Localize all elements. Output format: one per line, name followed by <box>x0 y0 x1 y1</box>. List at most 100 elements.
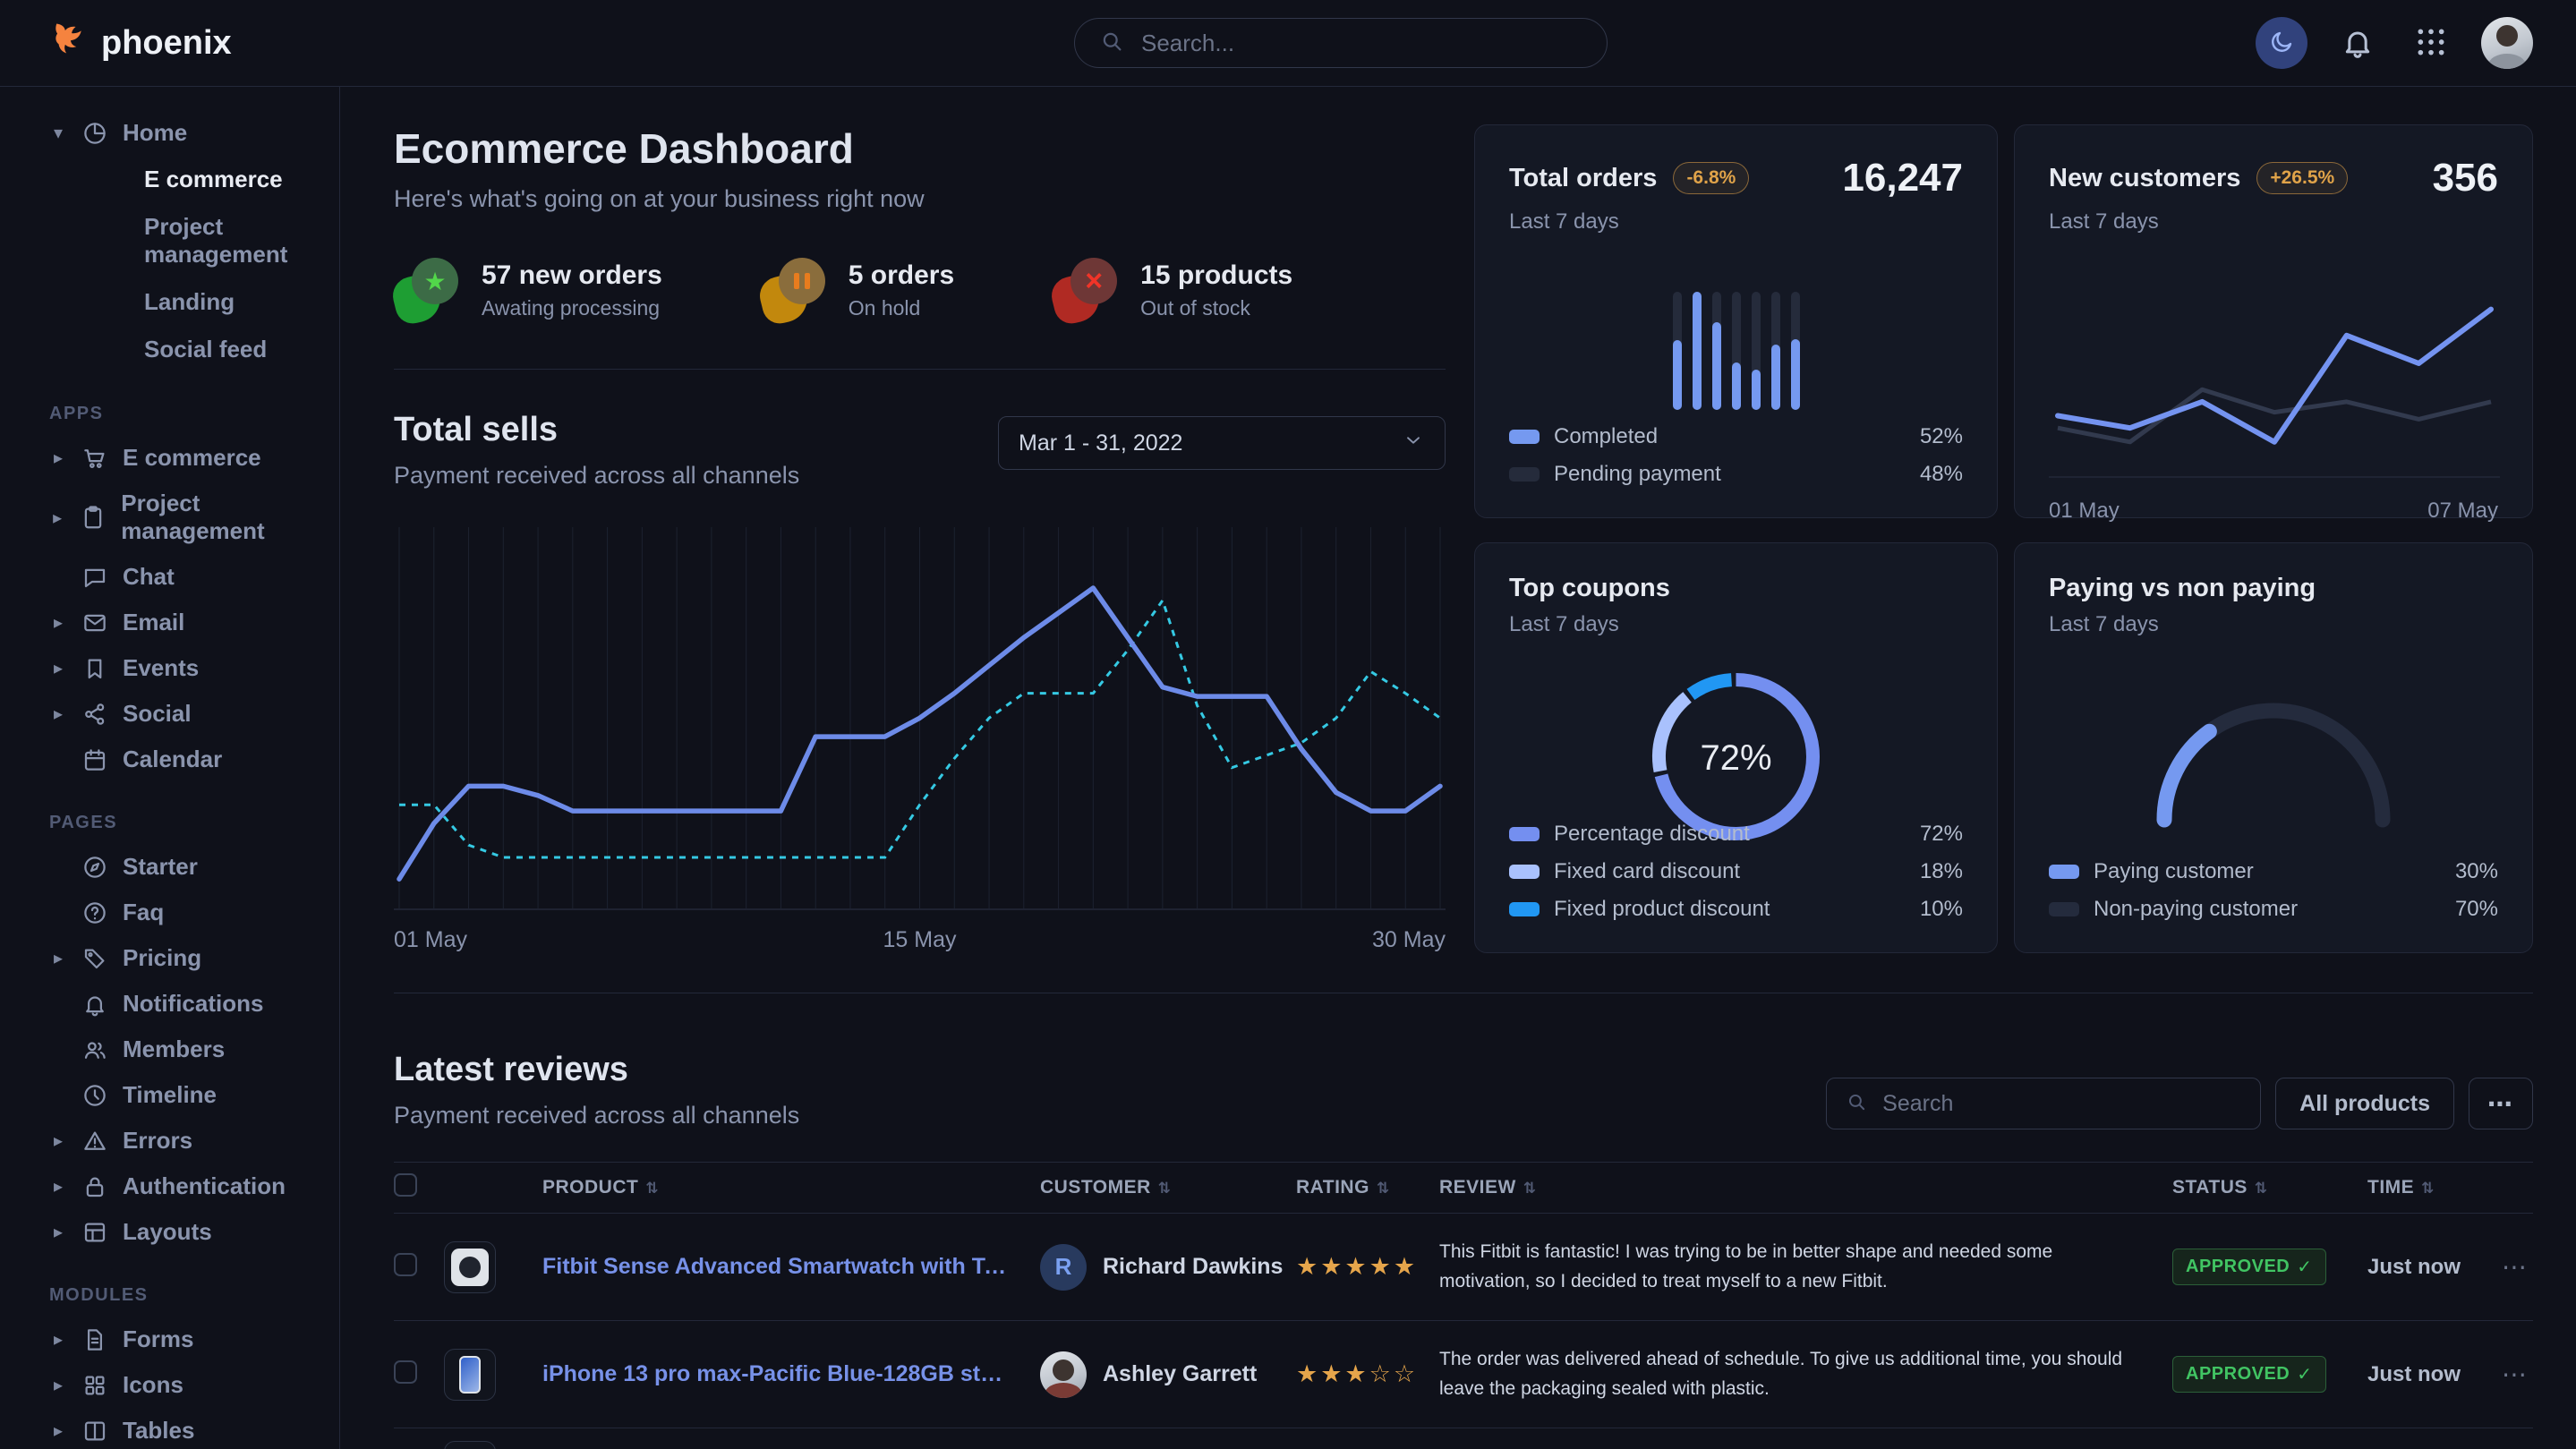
col-status[interactable]: STATUS⇅ <box>2172 1177 2367 1198</box>
review-text: The order was delivered ahead of schedul… <box>1439 1345 2172 1403</box>
chevron-right-icon: ▸ <box>49 1175 67 1198</box>
date-range-select[interactable]: Mar 1 - 31, 2022 <box>998 416 1446 470</box>
total-sells-chart <box>394 524 1446 918</box>
sidebar-item-forms[interactable]: ▸Forms <box>0 1317 339 1362</box>
sidebar-item-chat[interactable]: Chat <box>0 554 339 600</box>
quick-stats: ★57 new ordersAwating processing5 orders… <box>394 213 1446 370</box>
coupons-legend: Percentage discount72%Fixed card discoun… <box>1509 809 1963 922</box>
sidebar-subitem-social-feed[interactable]: Social feed <box>0 326 339 373</box>
order-bar <box>1791 292 1800 410</box>
sidebar-item-authentication[interactable]: ▸Authentication <box>0 1163 339 1209</box>
sidebar-item-project-management[interactable]: ▸Project management <box>0 481 339 554</box>
status-badge: APPROVED✓ <box>2172 1356 2326 1393</box>
sidebar-item-pricing[interactable]: ▸Pricing <box>0 935 339 981</box>
sidebar-item-timeline[interactable]: Timeline <box>0 1072 339 1118</box>
x-label: 15 May <box>883 927 957 953</box>
row-menu-button[interactable]: ⋯ <box>2502 1252 2534 1282</box>
product-link[interactable]: Fitbit Sense Advanced Smartwatch with To… <box>542 1254 1040 1280</box>
product-thumbnail[interactable] <box>444 1441 496 1449</box>
order-bar <box>1673 292 1682 410</box>
chevron-right-icon: ▸ <box>49 1129 67 1152</box>
sidebar-item-errors[interactable]: ▸ Errors <box>0 1118 339 1163</box>
left-column: Ecommerce Dashboard Here's what's going … <box>394 124 1446 953</box>
chevron-right-icon: ▸ <box>49 1374 67 1396</box>
brand-name: phoenix <box>101 24 232 63</box>
row-checkbox[interactable] <box>394 1360 417 1384</box>
total-orders-card: Total orders -6.8% 16,247 Last 7 days Co… <box>1474 124 1998 518</box>
product-link[interactable]: iPhone 13 pro max-Pacific Blue-128GB sto… <box>542 1361 1040 1387</box>
legend-item-paying-customer: Paying customer30% <box>2049 859 2498 884</box>
pie-chart-icon <box>81 120 108 147</box>
sidebar-item-starter[interactable]: Starter <box>0 844 339 890</box>
legend-value: 72% <box>1920 822 1963 847</box>
global-search[interactable] <box>1074 18 1608 68</box>
sidebar-subitem-landing[interactable]: Landing <box>0 278 339 326</box>
sidebar-item-tables[interactable]: ▸Tables <box>0 1408 339 1449</box>
col-time[interactable]: TIME⇅ <box>2367 1177 2502 1198</box>
sidebar-subitem-e-commerce[interactable]: E commerce <box>0 156 339 203</box>
customer-name: Richard Dawkins <box>1103 1254 1283 1280</box>
x-label: 01 May <box>2049 499 2120 524</box>
legend-item-fixed-card-discount: Fixed card discount18% <box>1509 859 1963 884</box>
apps-menu-button[interactable] <box>2408 23 2454 64</box>
legend-label: Pending payment <box>1554 462 1721 487</box>
status-badge: APPROVED✓ <box>2172 1249 2326 1285</box>
row-menu-button[interactable]: ⋯ <box>2502 1360 2534 1389</box>
stat-subtitle: On hold <box>849 296 954 320</box>
sidebar-item-events[interactable]: ▸Events <box>0 645 339 691</box>
notifications-button[interactable] <box>2334 23 2381 64</box>
file-icon <box>81 1326 108 1353</box>
sort-icon: ⇅ <box>2255 1180 2268 1197</box>
sidebar-item-label: Errors <box>123 1127 192 1155</box>
legend-swatch <box>1509 430 1540 444</box>
clipboard-icon <box>80 504 107 531</box>
search-input[interactable] <box>1139 29 1583 58</box>
mail-icon <box>81 609 108 636</box>
select-all-checkbox[interactable] <box>394 1173 417 1197</box>
product-thumbnail[interactable] <box>444 1241 496 1293</box>
paying-legend: Paying customer30%Non-paying customer70% <box>2049 847 2498 922</box>
sidebar-subitem-project-management[interactable]: Project management <box>0 203 339 278</box>
user-avatar[interactable] <box>2481 17 2533 69</box>
reviews-search[interactable] <box>1826 1078 2261 1129</box>
sidebar-item-layouts[interactable]: ▸Layouts <box>0 1209 339 1255</box>
sidebar-item-icons[interactable]: ▸Icons <box>0 1362 339 1408</box>
legend-label: Fixed card discount <box>1554 859 1740 884</box>
customer-avatar: R <box>1040 1244 1087 1291</box>
sort-icon: ⇅ <box>1523 1180 1537 1197</box>
sidebar-item-members[interactable]: Members <box>0 1027 339 1072</box>
sidebar-item-label: Social <box>123 700 192 728</box>
columns-icon <box>81 1418 108 1445</box>
legend-swatch <box>2049 902 2079 916</box>
lock-icon <box>81 1173 108 1200</box>
card-period: Last 7 days <box>2049 209 2498 234</box>
sidebar-item-faq[interactable]: Faq <box>0 890 339 935</box>
legend-swatch <box>1509 902 1540 916</box>
sidebar-item-e-commerce[interactable]: ▸E commerce <box>0 435 339 481</box>
sidebar-item-label: Forms <box>123 1325 193 1353</box>
brand-logo[interactable]: phoenix <box>49 19 232 67</box>
stat-blob-icon <box>761 258 825 322</box>
col-review[interactable]: REVIEW⇅ <box>1439 1177 2172 1198</box>
rating-stars: ★★★★★ <box>1296 1253 1439 1281</box>
card-period: Last 7 days <box>2049 612 2498 637</box>
x-icon: × <box>1085 266 1103 296</box>
all-products-button[interactable]: All products <box>2275 1078 2454 1129</box>
stat-title: 57 new orders <box>482 260 662 291</box>
row-checkbox[interactable] <box>394 1253 417 1276</box>
col-rating[interactable]: RATING⇅ <box>1296 1177 1439 1198</box>
col-customer[interactable]: CUSTOMER⇅ <box>1040 1177 1296 1198</box>
chevron-right-icon: ▸ <box>49 611 67 634</box>
product-thumbnail[interactable] <box>444 1349 496 1401</box>
sidebar-item-email[interactable]: ▸Email <box>0 600 339 645</box>
more-options-button[interactable]: ⋯ <box>2469 1078 2533 1129</box>
stat-blob-icon: × <box>1053 258 1117 322</box>
sidebar-item-notifications[interactable]: Notifications <box>0 981 339 1027</box>
sidebar-item-label: Faq <box>123 899 164 926</box>
sidebar-item-calendar[interactable]: Calendar <box>0 737 339 782</box>
sidebar-item-social[interactable]: ▸Social <box>0 691 339 737</box>
theme-toggle-button[interactable] <box>2256 17 2307 69</box>
reviews-search-input[interactable] <box>1881 1090 2242 1118</box>
sidebar-item-home[interactable]: ▾ Home <box>0 110 339 156</box>
col-product[interactable]: PRODUCT⇅ <box>542 1177 1040 1198</box>
